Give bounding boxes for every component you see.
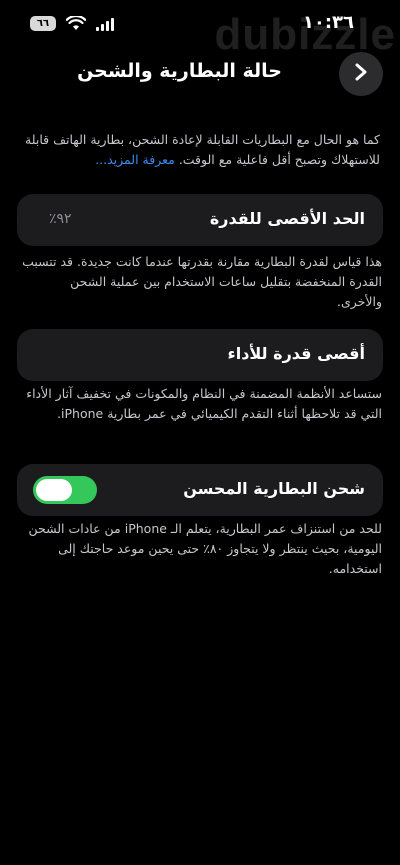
toggle-knob <box>36 479 72 501</box>
intro-text: كما هو الحال مع البطاريات القابلة لإعادة… <box>20 130 380 170</box>
optimized-charging-toggle[interactable] <box>33 476 97 504</box>
status-icons: ٦٦ <box>30 16 114 31</box>
peak-performance-label: أقصى قدرة للأداء <box>227 344 365 363</box>
battery-health-screen: ٦٦ dubizzle ١٠:٣٦ حالة البطارية والشحن ك… <box>0 0 400 865</box>
max-capacity-row: الحد الأقصى للقدرة ٪٩٢ <box>17 194 383 246</box>
cellular-signal-icon <box>96 17 114 31</box>
learn-more-link[interactable]: معرفة المزيد... <box>95 152 175 167</box>
clock: ١٠:٣٦ <box>302 12 354 33</box>
wifi-icon <box>66 16 86 31</box>
battery-icon: ٦٦ <box>30 16 56 31</box>
back-button[interactable] <box>339 52 383 96</box>
peak-performance-row[interactable]: أقصى قدرة للأداء <box>17 329 383 381</box>
optimized-charging-row: شحن البطارية المحسن <box>17 464 383 516</box>
chevron-right-icon <box>354 62 368 86</box>
peak-performance-description: ستساعد الأنظمة المضمنة في النظام والمكون… <box>26 386 382 421</box>
optimized-charging-label: شحن البطارية المحسن <box>183 479 365 498</box>
page-title: حالة البطارية والشحن <box>77 60 282 82</box>
battery-level: ٦٦ <box>36 18 50 29</box>
intro-description: كما هو الحال مع البطاريات القابلة لإعادة… <box>25 132 380 167</box>
optimized-charging-description: للحد من استنزاف عمر البطارية، يتعلم الـ … <box>28 521 383 576</box>
max-capacity-label: الحد الأقصى للقدرة <box>209 209 365 228</box>
max-capacity-value: ٪٩٢ <box>49 211 72 227</box>
status-bar: ٦٦ dubizzle ١٠:٣٦ <box>0 0 400 59</box>
max-capacity-description: هذا قياس لقدرة البطارية مقارنة بقدرتها ع… <box>22 254 382 309</box>
header: حالة البطارية والشحن <box>0 52 400 96</box>
